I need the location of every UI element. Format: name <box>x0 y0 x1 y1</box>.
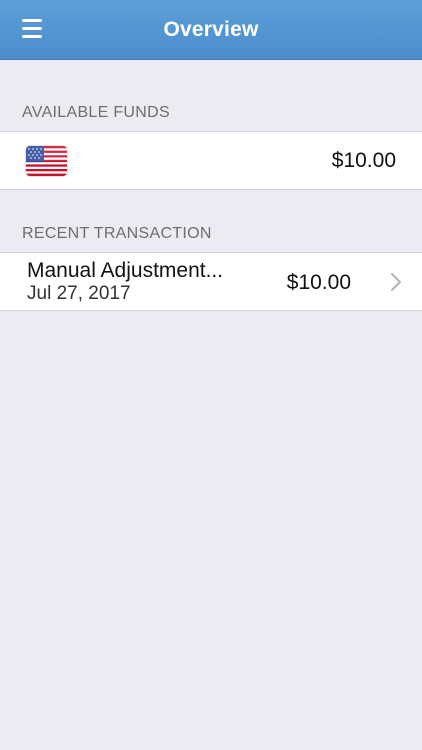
transaction-date: Jul 27, 2017 <box>27 283 131 304</box>
page-title: Overview <box>163 18 259 41</box>
navigation-bar: Overview <box>0 0 422 60</box>
us-flag-icon <box>26 146 67 176</box>
transaction-amount: $10.00 <box>286 271 351 294</box>
available-funds-section-label: AVAILABLE FUNDS <box>22 104 170 121</box>
available-funds-row[interactable]: $10.00 <box>0 131 422 190</box>
available-funds-amount: $10.00 <box>331 149 396 172</box>
transaction-row[interactable]: Manual Adjustment... Jul 27, 2017 $10.00 <box>0 252 422 311</box>
chevron-right-icon <box>390 272 402 292</box>
recent-transaction-section-label: RECENT TRANSACTION <box>22 225 212 242</box>
transaction-title: Manual Adjustment... <box>27 259 224 282</box>
